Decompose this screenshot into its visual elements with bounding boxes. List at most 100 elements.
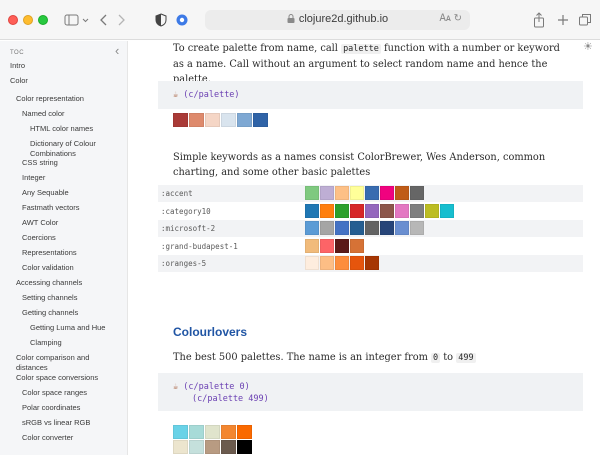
address-bar[interactable]: clojure2d.github.io 🗛 ↻	[205, 10, 470, 30]
toc-item[interactable]: Intro	[10, 61, 120, 71]
toc-label: TOC	[10, 50, 25, 56]
coffee-icon: ☕	[173, 382, 179, 392]
minimize-window-button[interactable]	[23, 15, 33, 25]
color-swatch	[221, 113, 236, 127]
color-swatch	[320, 238, 334, 253]
lock-icon	[287, 14, 295, 23]
color-swatch	[395, 203, 409, 218]
toc-item[interactable]: Any Sequable	[22, 188, 120, 198]
tab-overview-icon[interactable]	[578, 11, 592, 29]
color-swatch	[335, 221, 349, 235]
color-swatch	[365, 186, 379, 200]
color-swatch	[335, 203, 349, 218]
best-paragraph: The best 500 palettes. The name is an in…	[173, 352, 476, 363]
toc-item[interactable]: AWT Color	[22, 218, 120, 228]
color-swatch	[335, 238, 349, 253]
keywords-paragraph: Simple keywords as a names consist Color…	[173, 152, 546, 178]
color-swatch	[350, 221, 364, 235]
color-swatch	[320, 186, 334, 200]
sidebar-toggle-icon[interactable]	[63, 11, 91, 29]
color-swatch	[305, 221, 319, 235]
code-block: ☕ (c/palette)	[158, 81, 583, 109]
color-swatch	[237, 425, 252, 439]
toc-item[interactable]: Getting Luma and Hue	[30, 323, 120, 333]
color-swatch	[237, 440, 252, 454]
forward-icon[interactable]	[115, 11, 127, 29]
code-block: ☕ (c/palette 0) (c/palette 499)	[158, 373, 583, 411]
toc-item[interactable]: Color	[10, 76, 120, 86]
coffee-icon: ☕	[173, 90, 179, 100]
color-swatch	[335, 186, 349, 200]
toc-item[interactable]: Polar coordinates	[22, 403, 120, 413]
zoom-window-button[interactable]	[38, 15, 48, 25]
color-swatch	[305, 256, 319, 270]
toc-item[interactable]: Color converter	[22, 433, 120, 443]
palette-name: :microsoft-2	[161, 224, 216, 233]
toc-item[interactable]: Color space ranges	[22, 388, 120, 398]
palette-row: :accent	[158, 185, 583, 202]
share-icon[interactable]	[532, 11, 546, 29]
color-swatch	[395, 186, 409, 200]
reload-icon[interactable]: ↻	[454, 13, 462, 24]
color-swatch	[410, 221, 424, 235]
inline-code: palette	[341, 44, 381, 54]
toc-item[interactable]: Clamping	[30, 338, 120, 348]
color-swatch	[350, 256, 364, 270]
color-swatch	[380, 186, 394, 200]
toc-item[interactable]: Getting channels	[22, 308, 120, 318]
palette-row: :oranges-5	[158, 255, 583, 272]
theme-toggle-icon[interactable]: ☀	[583, 40, 593, 53]
toc-item[interactable]: Setting channels	[22, 293, 120, 303]
toc-item[interactable]: Named color	[22, 109, 120, 119]
toc-item[interactable]: Integer	[22, 173, 120, 183]
toc-item[interactable]: Fastmath vectors	[22, 203, 120, 213]
color-swatch	[205, 113, 220, 127]
color-swatch	[253, 113, 268, 127]
color-swatch	[350, 186, 364, 200]
toc-item[interactable]: Accessing channels	[16, 278, 120, 288]
color-swatch	[410, 186, 424, 200]
color-swatch	[237, 113, 252, 127]
code-line: (c/palette 0)	[183, 382, 250, 392]
palette-name: :accent	[161, 189, 193, 198]
color-swatch	[221, 440, 236, 454]
code-line: (c/palette 499)	[192, 394, 269, 404]
toc-item[interactable]: Dictionary of Colour Combinations	[30, 139, 120, 159]
collapse-sidebar-icon[interactable]: ‹	[115, 43, 119, 58]
color-swatch	[365, 203, 379, 218]
back-icon[interactable]	[98, 11, 110, 29]
url-text: clojure2d.github.io	[298, 13, 389, 25]
translate-icon[interactable]: 🗛	[440, 13, 451, 24]
browser-window: clojure2d.github.io 🗛 ↻ ‹ TOC Intro Color…	[0, 0, 600, 455]
color-swatch	[365, 256, 379, 270]
close-window-button[interactable]	[8, 15, 18, 25]
color-swatch	[189, 113, 204, 127]
shield-icon[interactable]	[155, 11, 167, 29]
color-swatch	[320, 256, 334, 270]
toc-item[interactable]: Representations	[22, 248, 120, 258]
section-heading: Colourlovers	[173, 325, 248, 339]
color-swatch	[205, 425, 220, 439]
toc-sidebar: ‹ TOC Intro Color Color representation Name…	[0, 41, 128, 455]
toc-item[interactable]: CSS string	[22, 158, 120, 168]
color-swatch	[189, 425, 204, 439]
color-swatch	[320, 221, 334, 235]
toc-item[interactable]: HTML color names	[30, 124, 120, 134]
palette-row: :grand-budapest-1	[158, 238, 583, 255]
toc-item[interactable]: Coercions	[22, 233, 120, 243]
toc-item[interactable]: sRGB vs linear RGB	[22, 418, 120, 428]
extension-icon[interactable]	[175, 11, 189, 29]
color-swatch	[410, 203, 424, 218]
color-swatch	[173, 425, 188, 439]
new-tab-icon[interactable]	[556, 11, 570, 29]
toc-item[interactable]: Color space conversions	[16, 373, 120, 383]
color-swatch	[425, 203, 439, 218]
color-swatch	[380, 203, 394, 218]
color-swatch	[305, 238, 319, 253]
toc-item[interactable]: Color representation	[16, 94, 120, 104]
toc-item[interactable]: Color validation	[22, 263, 120, 273]
color-swatch	[440, 203, 454, 218]
palette-row: :category10	[158, 203, 583, 220]
palette-name: :category10	[161, 206, 211, 216]
toc-item[interactable]: Color comparison and distances	[16, 353, 120, 373]
